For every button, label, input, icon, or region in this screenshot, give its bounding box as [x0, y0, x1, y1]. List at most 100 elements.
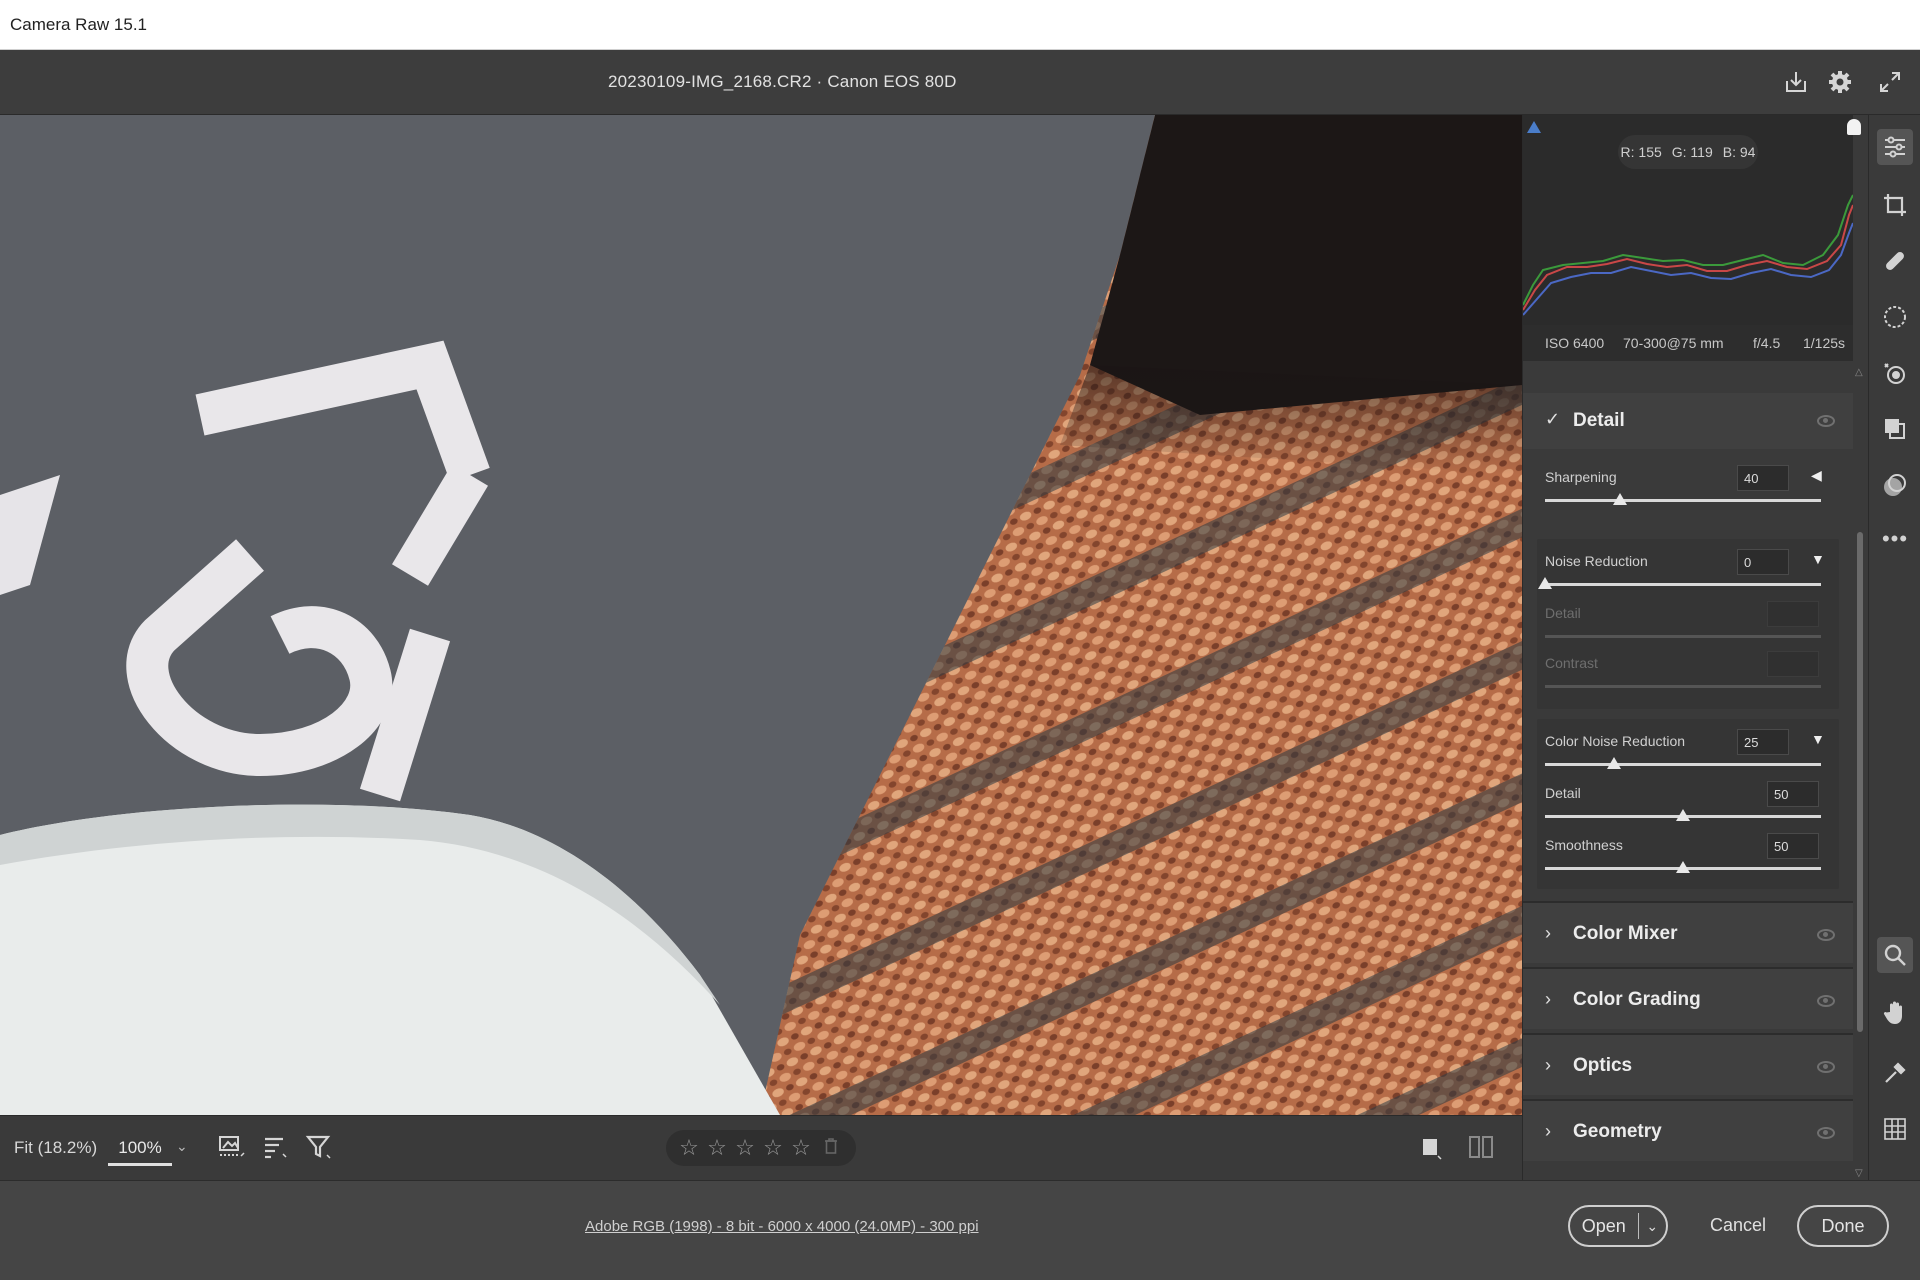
slider-label: Color Noise Reduction — [1545, 733, 1686, 749]
nr-contrast-slider: Contrast — [1537, 651, 1839, 701]
filmstrip-icon[interactable] — [214, 1130, 248, 1164]
sort-icon[interactable] — [258, 1130, 292, 1164]
crop-icon[interactable] — [1877, 187, 1913, 223]
section-title: Color Mixer — [1573, 923, 1678, 944]
done-button[interactable]: Done — [1797, 1205, 1889, 1247]
geometry-section-header[interactable]: › Geometry — [1523, 1099, 1853, 1161]
compare-view-icon[interactable] — [1464, 1130, 1498, 1164]
iso-value: ISO 6400 — [1545, 335, 1605, 351]
star-icon[interactable]: ☆ — [734, 1135, 756, 1161]
star-icon[interactable]: ☆ — [790, 1135, 812, 1161]
open-button[interactable]: Open ⌄ — [1568, 1205, 1668, 1247]
star-icon[interactable]: ☆ — [762, 1135, 784, 1161]
chevron-right-icon[interactable]: › — [1545, 1121, 1551, 1142]
grid-icon[interactable] — [1877, 1111, 1913, 1147]
edit-sliders-icon[interactable] — [1877, 129, 1913, 165]
scroll-down-icon[interactable]: ▽ — [1855, 1168, 1863, 1179]
single-view-icon[interactable] — [1414, 1130, 1448, 1164]
chevron-right-icon[interactable]: › — [1545, 1055, 1551, 1076]
expand-triangle-icon[interactable]: ▼ — [1811, 551, 1825, 567]
slider-track[interactable] — [1545, 583, 1821, 586]
red-eye-icon[interactable] — [1877, 355, 1913, 391]
detail-section-header[interactable]: ✓ Detail — [1523, 393, 1853, 449]
color-noise-reduction-group: Color Noise Reduction 25 ▼ Detail 50 Smo… — [1537, 719, 1839, 889]
more-options-icon[interactable]: ••• — [1877, 521, 1913, 557]
photo-canvas[interactable] — [0, 115, 1522, 1115]
histogram-graph — [1523, 194, 1853, 316]
eye-icon[interactable] — [1817, 929, 1835, 941]
slider-track[interactable] — [1545, 499, 1821, 502]
white-balance-icon[interactable] — [1877, 1055, 1913, 1091]
panel-scrollbar[interactable]: △ ▽ — [1855, 367, 1865, 1179]
snapshots-icon[interactable] — [1877, 411, 1913, 447]
slider-thumb[interactable] — [1607, 757, 1621, 769]
slider-value-input — [1767, 601, 1819, 627]
star-icon[interactable]: ☆ — [678, 1135, 700, 1161]
header-bar: 20230109-IMG_2168.CR2 · Canon EOS 80D — [0, 50, 1920, 115]
masking-icon[interactable] — [1877, 299, 1913, 335]
slider-value-input[interactable]: 25 — [1737, 729, 1789, 755]
nr-detail-slider: Detail — [1537, 601, 1839, 651]
slider-track — [1545, 685, 1821, 688]
slider-value-input[interactable]: 50 — [1767, 781, 1819, 807]
expand-triangle-icon[interactable]: ◀ — [1811, 467, 1822, 484]
save-icon[interactable] — [1780, 66, 1812, 98]
healing-brush-icon[interactable] — [1877, 243, 1913, 279]
slider-track[interactable] — [1545, 763, 1821, 766]
eye-icon[interactable] — [1817, 1127, 1835, 1139]
status-bar: Fit (18.2%) 100% ⌄ ☆ ☆ ☆ ☆ ☆ — [0, 1115, 1522, 1180]
lens-value: 70-300@75 mm — [1623, 335, 1724, 351]
eye-icon[interactable] — [1817, 415, 1835, 427]
section-title: Optics — [1573, 1055, 1633, 1076]
scroll-up-icon[interactable]: △ — [1855, 367, 1863, 378]
zoom-tool-icon[interactable] — [1877, 937, 1913, 973]
presets-icon[interactable] — [1877, 467, 1913, 503]
cancel-button[interactable]: Cancel — [1710, 1215, 1766, 1236]
expand-triangle-icon[interactable]: ▼ — [1811, 731, 1825, 747]
cnr-detail-slider[interactable]: Detail 50 — [1537, 781, 1839, 831]
chevron-down-icon[interactable]: ⌄ — [1639, 1218, 1666, 1235]
hand-tool-icon[interactable] — [1877, 995, 1913, 1031]
shutter-value: 1/125s — [1803, 335, 1846, 351]
zoom-dropdown-icon[interactable]: ⌄ — [176, 1138, 188, 1155]
slider-thumb[interactable] — [1676, 861, 1690, 873]
sharpening-slider[interactable]: Sharpening 40 ◀ — [1537, 465, 1839, 515]
cnr-smoothness-slider[interactable]: Smoothness 50 — [1537, 833, 1839, 883]
color-mixer-section-header[interactable]: › Color Mixer — [1523, 901, 1853, 963]
workflow-options-link[interactable]: Adobe RGB (1998) - 8 bit - 6000 x 4000 (… — [585, 1218, 979, 1235]
zoom-fit-button[interactable]: Fit (18.2%) — [14, 1138, 97, 1158]
slider-label: Contrast — [1545, 655, 1598, 671]
slider-value-input[interactable]: 50 — [1767, 833, 1819, 859]
filter-icon[interactable] — [302, 1130, 336, 1164]
color-grading-section-header[interactable]: › Color Grading — [1523, 967, 1853, 1029]
section-title: Color Grading — [1573, 989, 1701, 1010]
chevron-right-icon[interactable]: › — [1545, 923, 1551, 944]
eye-icon[interactable] — [1817, 1061, 1835, 1073]
eye-icon[interactable] — [1817, 995, 1835, 1007]
slider-thumb[interactable] — [1612, 493, 1627, 505]
histogram: R: 155 G: 119 B: 94 — [1523, 115, 1861, 325]
star-icon[interactable]: ☆ — [706, 1135, 728, 1161]
zoom-100-button[interactable]: 100% — [108, 1130, 172, 1166]
fullscreen-icon[interactable] — [1874, 66, 1906, 98]
optics-section-header[interactable]: › Optics — [1523, 1033, 1853, 1095]
color-noise-reduction-slider[interactable]: Color Noise Reduction 25 ▼ — [1537, 729, 1839, 779]
slider-value-input[interactable]: 40 — [1737, 465, 1789, 491]
trash-icon[interactable] — [824, 1137, 838, 1160]
slider-label: Noise Reduction — [1545, 553, 1648, 569]
chevron-down-icon[interactable]: ✓ — [1545, 409, 1560, 430]
chevron-right-icon[interactable]: › — [1545, 989, 1551, 1010]
slider-value-input — [1767, 651, 1819, 677]
gear-icon[interactable] — [1824, 66, 1856, 98]
window-title: Camera Raw 15.1 — [10, 15, 148, 34]
slider-thumb[interactable] — [1676, 809, 1690, 821]
open-button-label[interactable]: Open — [1570, 1213, 1639, 1239]
slider-value-input[interactable]: 0 — [1737, 549, 1789, 575]
panel-scroll-area[interactable]: ✓ Detail Sharpening 40 ◀ Noise Reduction… — [1523, 361, 1853, 1180]
slider-thumb[interactable] — [1538, 577, 1552, 589]
scroll-thumb[interactable] — [1857, 532, 1863, 1032]
slider-track — [1545, 635, 1821, 638]
star-rating[interactable]: ☆ ☆ ☆ ☆ ☆ — [666, 1130, 856, 1166]
footer-bar: Adobe RGB (1998) - 8 bit - 6000 x 4000 (… — [0, 1180, 1920, 1280]
noise-reduction-slider[interactable]: Noise Reduction 0 ▼ — [1537, 549, 1839, 599]
